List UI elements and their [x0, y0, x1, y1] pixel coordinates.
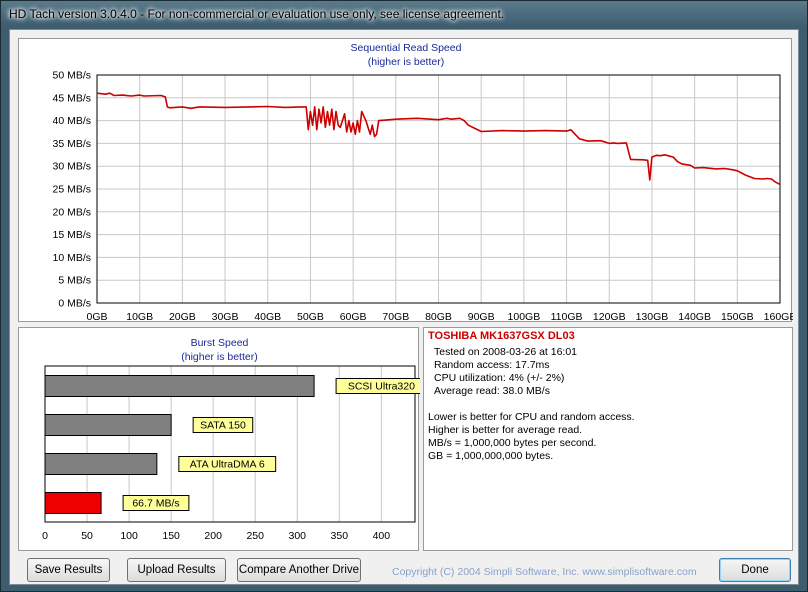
x-tick-label: 100GB [508, 311, 541, 323]
x-tick-label: 50 [81, 530, 93, 542]
x-tick-label: 160GB [764, 311, 793, 323]
client-area: Sequential Read Speed (higher is better)… [9, 29, 799, 585]
x-tick-label: 30GB [212, 311, 239, 323]
note-line: Higher is better for average read. [428, 424, 583, 436]
sequential-read-chart: Sequential Read Speed (higher is better)… [18, 38, 793, 324]
x-tick-label: 130GB [636, 311, 669, 323]
cpu-utilization: CPU utilization: 4% (+/- 2%) [434, 372, 565, 384]
x-tick-label: 50GB [297, 311, 324, 323]
save-results-button[interactable]: Save Results [27, 558, 110, 582]
y-tick-label: 10 MB/s [52, 252, 91, 264]
burst-bar [44, 453, 158, 475]
drive-name: TOSHIBA MK1637GSX DL03 [428, 330, 575, 342]
y-tick-label: 30 MB/s [52, 161, 91, 173]
x-tick-label: 40GB [254, 311, 281, 323]
bar-label: 66.7 MB/s [132, 498, 179, 510]
upload-results-button[interactable]: Upload Results [127, 558, 226, 582]
copyright-text: Copyright (C) 2004 Simpli Software, Inc.… [392, 566, 697, 578]
x-tick-label: 60GB [340, 311, 367, 323]
compare-another-drive-button[interactable]: Compare Another Drive [237, 558, 361, 582]
x-tick-label: 140GB [678, 311, 711, 323]
sequential-read-plot: 0 MB/s 5 MB/s 10 MB/s 15 MB/s 20 MB/s 25 MB/s… [52, 70, 793, 324]
x-tick-label: 0 [42, 530, 48, 542]
y-tick-label: 15 MB/s [52, 229, 91, 241]
x-tick-label: 300 [289, 530, 307, 542]
x-tick-label: 110GB [551, 311, 583, 323]
done-button[interactable]: Done [719, 558, 791, 582]
results-info-panel: TOSHIBA MK1637GSX DL03 Tested on 2008-03… [423, 327, 793, 551]
x-tick-label: 400 [373, 530, 391, 542]
y-tick-label: 40 MB/s [52, 115, 91, 127]
burst-speed-chart: Burst Speed (higher is better) 0 50 100 150… [18, 327, 420, 551]
x-tick-label: 120GB [593, 311, 626, 323]
burst-bar [44, 492, 102, 514]
burst-speed-plot: 0 50 100 150 200 250 300 350 400 SCSI Ultra320 SAT… [42, 365, 420, 542]
burst-bar [44, 375, 315, 397]
x-tick-label: 200 [204, 530, 222, 542]
x-tick-label: 150 [162, 530, 180, 542]
x-tick-label: 90GB [468, 311, 495, 323]
app-window: HD Tach version 3.0.4.0 - For non-commer… [0, 0, 808, 592]
x-tick-label: 10GB [126, 311, 153, 323]
x-tick-label: 20GB [169, 311, 196, 323]
y-tick-label: 45 MB/s [52, 92, 91, 104]
bar-label: SATA 150 [200, 420, 246, 432]
window-title: HD Tach version 3.0.4.0 - For non-commer… [9, 7, 505, 21]
bar-label: SCSI Ultra320 [348, 381, 415, 393]
x-tick-label: 100 [120, 530, 138, 542]
x-tick-label: 70GB [382, 311, 409, 323]
y-tick-label: 0 MB/s [58, 298, 91, 310]
y-tick-label: 50 MB/s [52, 70, 91, 82]
note-line: Lower is better for CPU and random acces… [428, 411, 635, 423]
y-tick-label: 25 MB/s [52, 184, 91, 196]
x-tick-label: 350 [331, 530, 349, 542]
average-read: Average read: 38.0 MB/s [434, 385, 550, 397]
x-tick-label: 80GB [425, 311, 452, 323]
x-tick-label: 150GB [721, 311, 754, 323]
y-tick-label: 35 MB/s [52, 138, 91, 150]
y-tick-label: 5 MB/s [58, 275, 91, 287]
tested-date: Tested on 2008-03-26 at 16:01 [434, 346, 578, 358]
y-tick-label: 20 MB/s [52, 206, 91, 218]
note-line: GB = 1,000,000,000 bytes. [428, 450, 554, 462]
note-line: MB/s = 1,000,000 bytes per second. [428, 437, 597, 449]
title-bar[interactable]: HD Tach version 3.0.4.0 - For non-commer… [1, 1, 807, 29]
x-tick-label: 250 [246, 530, 264, 542]
x-tick-label: 0GB [86, 311, 107, 323]
burst-bar [44, 414, 172, 436]
random-access: Random access: 17.7ms [434, 359, 550, 371]
bar-label: ATA UltraDMA 6 [190, 459, 265, 471]
